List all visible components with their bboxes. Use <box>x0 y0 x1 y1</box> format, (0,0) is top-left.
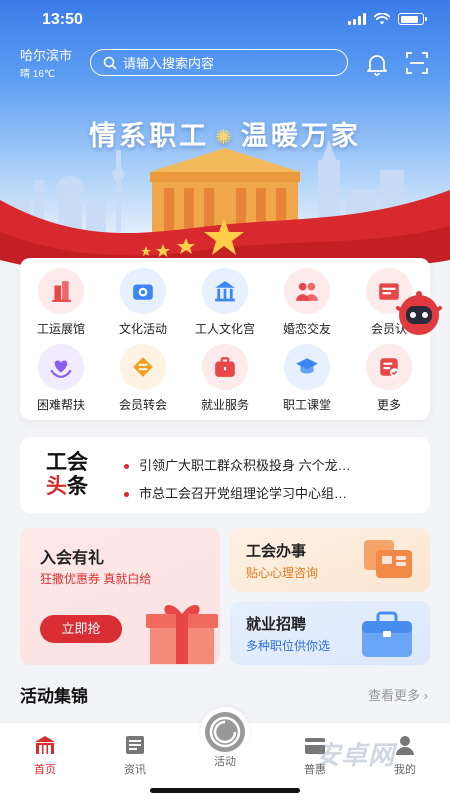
grid-item[interactable]: 职工课堂 <box>266 344 348 414</box>
tab-label: 首页 <box>34 764 56 776</box>
status-icons <box>348 13 427 25</box>
logo-line2-black: 条 <box>67 475 88 498</box>
couple-icon <box>284 268 330 314</box>
weather-text: 晴 16℃ <box>20 69 56 80</box>
grid-item-label: 职工课堂 <box>282 398 331 412</box>
search-placeholder: 请输入搜索内容 <box>123 56 215 71</box>
affairs-title: 工会办事 <box>246 543 307 560</box>
grid-item-label: 会员转会 <box>118 398 167 412</box>
news-item[interactable]: 引领广大职工群众积极投身 六个龙… <box>124 455 414 474</box>
gift-box-icon <box>146 604 218 664</box>
header-row: 哈尔滨市 晴 16℃ 请输入搜索内容 <box>0 48 450 80</box>
grid-item[interactable]: 就业服务 <box>184 344 266 414</box>
tab-label: 资讯 <box>124 764 146 776</box>
grid-item-label: 工人文化宫 <box>194 322 255 336</box>
more-icon <box>366 344 412 390</box>
join-subtitle: 狂撒优惠券 真就白给 <box>40 572 152 586</box>
jobs-subtitle: 多种职位供你选 <box>246 639 331 653</box>
transfer-icon <box>120 344 166 390</box>
logo-line1: 工会 <box>46 451 88 474</box>
home-icon <box>35 736 55 754</box>
grid-item[interactable]: 困难帮扶 <box>20 344 102 414</box>
status-time: 13:50 <box>42 11 83 28</box>
grid-item-label: 工运展馆 <box>36 322 85 336</box>
grid-item-label: 婚恋交友 <box>282 322 331 336</box>
grid-item-label: 文化活动 <box>118 322 167 336</box>
wifi-icon <box>374 13 390 25</box>
watermark-text: 安卓网 <box>314 740 396 770</box>
jobs-title: 就业招聘 <box>246 616 307 633</box>
job-recruit-card[interactable]: 就业招聘 多种职位供你选 <box>230 601 430 665</box>
headlines-logo: 工会 头条 <box>46 451 106 499</box>
heart-hand-icon <box>38 344 84 390</box>
chevron-right-icon: › <box>423 688 428 703</box>
union-affairs-card[interactable]: 工会办事 贴心心理咨询 <box>230 528 430 592</box>
building-icon <box>38 268 84 314</box>
briefcase-icon <box>362 611 412 657</box>
logo-line2-red: 头 <box>46 475 67 498</box>
graduation-cap-icon <box>284 344 330 390</box>
grid-item[interactable]: 会员转会 <box>102 344 184 414</box>
tab-news[interactable]: 资讯 <box>105 733 165 777</box>
tab-activity-button[interactable] <box>200 707 250 757</box>
hero-banner: 13:50 哈尔滨市 晴 16℃ 请输入搜索内容 情系职工 ✺ 温暖万家 <box>0 0 450 300</box>
camera-icon <box>120 268 166 314</box>
function-grid: 工运展馆 文化活动 工人文化宫 婚恋交友 会员认 困难帮扶 会员转会 就业服务 职工课堂 更多 <box>20 258 430 420</box>
news-icon <box>126 736 144 754</box>
monitor-icon <box>364 540 412 578</box>
home-indicator[interactable] <box>150 788 300 793</box>
activity-icon <box>205 712 245 752</box>
grid-item[interactable]: 更多 <box>348 344 430 414</box>
palace-icon <box>202 268 248 314</box>
bell-icon[interactable] <box>364 51 390 77</box>
grid-item[interactable]: 工运展馆 <box>20 268 102 338</box>
grid-item[interactable]: 工人文化宫 <box>184 268 266 338</box>
affairs-subtitle: 贴心心理咨询 <box>246 566 319 580</box>
tab-label: 活动 <box>214 756 236 768</box>
battery-icon <box>398 13 427 25</box>
grid-item-label: 更多 <box>376 398 401 412</box>
signal-icon <box>348 13 366 25</box>
join-title: 入会有礼 <box>40 550 105 567</box>
tab-home[interactable]: 首页 <box>15 733 75 777</box>
section-title: 活动集锦 <box>20 687 88 706</box>
status-bar: 13:50 <box>0 0 450 40</box>
join-union-card[interactable]: 入会有礼 狂撒优惠券 真就白给 立即抢 <box>20 528 220 665</box>
profile-icon <box>396 736 414 755</box>
see-more-label: 查看更多 <box>368 688 421 703</box>
grid-item-label: 就业服务 <box>200 398 249 412</box>
search-icon <box>103 56 117 69</box>
see-more-link[interactable]: 查看更多 › <box>368 685 428 704</box>
robot-mascot-icon[interactable] <box>392 286 446 340</box>
city-selector[interactable]: 哈尔滨市 <box>20 48 72 64</box>
grid-item[interactable]: 文化活动 <box>102 268 184 338</box>
grid-item[interactable]: 婚恋交友 <box>266 268 348 338</box>
briefcase-icon <box>202 344 248 390</box>
search-input[interactable]: 请输入搜索内容 <box>90 49 348 76</box>
union-headlines[interactable]: 工会 头条 引领广大职工群众积极投身 六个龙… 市总工会召开党组理论学习中心组… <box>20 437 430 513</box>
grid-item-label: 困难帮扶 <box>36 398 85 412</box>
tab-activity[interactable]: 活动 <box>195 753 255 769</box>
scan-icon[interactable] <box>406 52 428 74</box>
news-item[interactable]: 市总工会召开党组理论学习中心组… <box>124 483 414 502</box>
grab-now-button[interactable]: 立即抢 <box>40 615 122 643</box>
